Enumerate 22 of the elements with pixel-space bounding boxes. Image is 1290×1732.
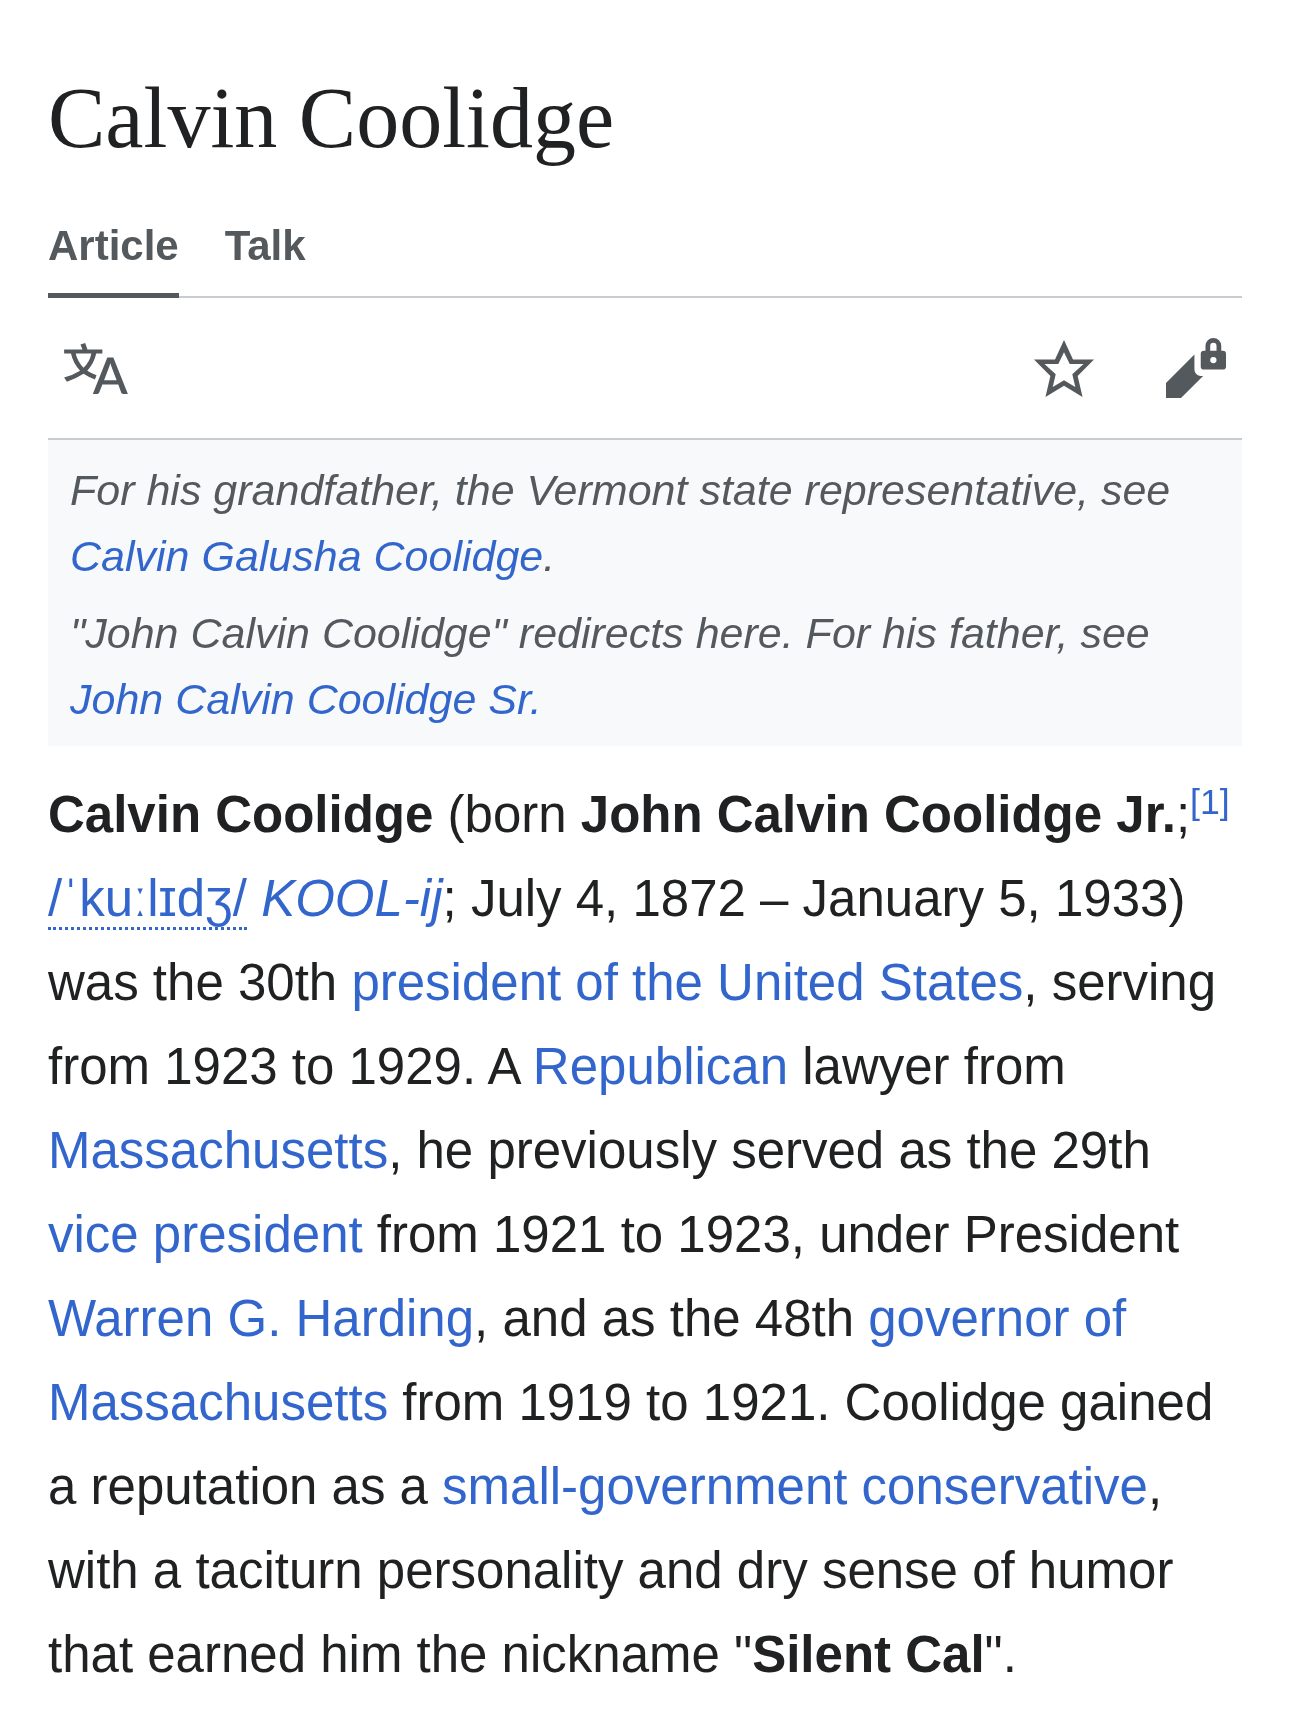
pencil-lock-icon[interactable]: [1166, 338, 1226, 398]
reference-link[interactable]: [1]: [1190, 782, 1230, 822]
link[interactable]: Warren G. Harding: [48, 1290, 475, 1347]
tab[interactable]: Article: [48, 221, 179, 298]
link[interactable]: small-government conservative: [442, 1458, 1148, 1515]
article-paragraph: Calvin Coolidge (born John Calvin Coolidge Jr.;$^{[1]}$ /ˈkuːlɪdʒ/ KOOL-ij; July 4, 1872 – January 5, 1933) was the 30th president of the United States, serving from 1923 to 1929. A Republican lawyer from Massachusetts, he previously served as the 29th vice president from 1921 to 1923, under President Warren G. Harding, and as the 48th governor of Massachusetts from 1919 to 1921. Coolidge gained a reputation as a small-government conservative, with a taciturn personality and dry sense of humor that earned him the nickname "Silent Cal".: [48, 781, 1231, 1685]
link[interactable]: Massachusetts: [48, 1122, 389, 1179]
translate-icon[interactable]: [64, 342, 128, 394]
link[interactable]: Republican: [532, 1038, 789, 1095]
link[interactable]: Calvin Galusha Coolidge: [70, 532, 544, 580]
hatnote-text: For his grandfather, the Vermont state representative, see Calvin Galusha Coolidge.: [70, 465, 1172, 582]
link[interactable]: John Calvin Coolidge Sr.: [70, 675, 542, 723]
link[interactable]: governor of: [868, 1290, 1127, 1347]
tab[interactable]: Talk: [224, 221, 306, 298]
link[interactable]: Massachusetts: [48, 1374, 389, 1431]
star-icon[interactable]: [1034, 339, 1094, 397]
link[interactable]: president of the United States: [351, 954, 1024, 1011]
hatnote-text: "John Calvin Coolidge" redirects here. For his father, see John Calvin Coolidge Sr.: [70, 608, 1151, 725]
pronunciation-link[interactable]: /ˈkuːlɪdʒ/: [48, 870, 247, 930]
respelling-link[interactable]: KOOL-ij: [261, 870, 443, 927]
link[interactable]: vice president: [48, 1206, 363, 1263]
page-title: Calvin Coolidge: [48, 69, 615, 168]
